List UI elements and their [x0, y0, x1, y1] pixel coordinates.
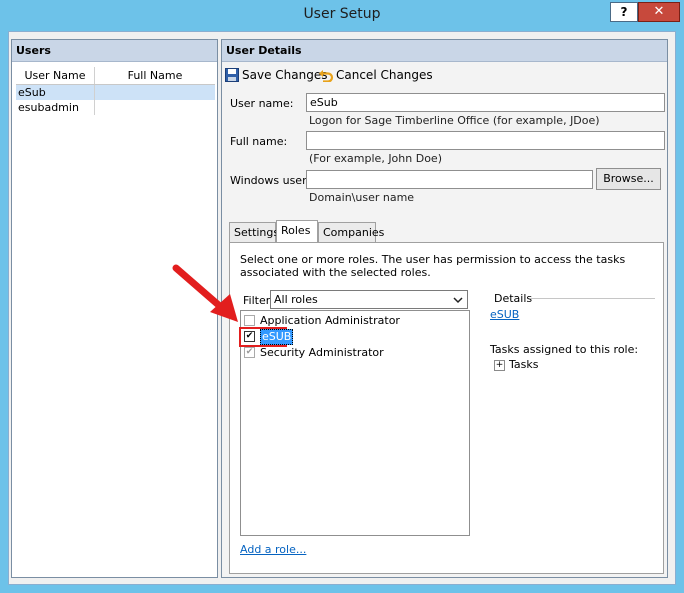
role-filter-select[interactable]: All roles — [270, 290, 468, 309]
floppy-disk-icon — [225, 68, 239, 82]
save-changes-label: Save Changes — [242, 68, 328, 82]
roles-description: Select one or more roles. The user has p… — [240, 253, 626, 279]
role-checkbox[interactable]: ✔ — [244, 347, 255, 358]
column-header-full-name[interactable]: Full Name — [95, 67, 215, 84]
fullname-hint: (For example, John Doe) — [309, 152, 442, 165]
role-label: Security Administrator — [260, 346, 384, 359]
browse-button[interactable]: Browse... — [596, 168, 661, 190]
cancel-changes-label: Cancel Changes — [336, 68, 433, 82]
role-label: Application Administrator — [260, 314, 400, 327]
column-divider — [94, 85, 95, 115]
user-details-panel: User Details Save Changes Cancel Changes… — [221, 39, 668, 578]
details-role-link[interactable]: eSUB — [490, 308, 519, 321]
column-header-user-name[interactable]: User Name — [16, 67, 95, 84]
fullname-label: Full name: — [230, 135, 288, 148]
windows-user-input[interactable] — [306, 170, 593, 189]
users-panel-header: Users — [12, 40, 217, 62]
roles-list: Application Administrator ✔ eSUB ✔ Secur… — [239, 310, 470, 536]
user-name-cell: esubadmin — [18, 101, 79, 114]
user-details-header: User Details — [222, 40, 667, 62]
expand-icon[interactable]: + — [494, 360, 505, 371]
username-input[interactable]: eSub — [306, 93, 665, 112]
window-title: User Setup — [303, 6, 381, 22]
tasks-node-label: Tasks — [509, 358, 539, 371]
tab-settings[interactable]: Settings — [229, 222, 279, 242]
tab-roles[interactable]: Roles — [276, 220, 318, 242]
close-button[interactable]: ✕ — [638, 2, 680, 22]
user-name-cell: eSub — [18, 86, 46, 99]
windows-user-hint: Domain\user name — [309, 191, 415, 204]
add-role-link[interactable]: Add a role... — [240, 543, 306, 556]
windows-user-label: Windows user: — [230, 174, 311, 187]
title-bar: User Setup ? ✕ — [0, 0, 684, 30]
tab-companies[interactable]: Companies — [318, 222, 384, 242]
help-button[interactable]: ? — [610, 2, 638, 22]
details-group-line — [530, 298, 655, 299]
roles-tab-panel: Select one or more roles. The user has p… — [229, 242, 664, 574]
username-hint: Logon for Sage Timberline Office (for ex… — [309, 114, 600, 127]
undo-arrow-icon — [319, 70, 334, 82]
user-row[interactable]: eSub — [16, 85, 215, 100]
user-setup-window: User Setup ? ✕ Users User Name Full Name… — [0, 0, 684, 593]
username-label: User name: — [230, 97, 294, 110]
role-label: eSUB — [260, 329, 294, 345]
fullname-input[interactable] — [306, 131, 665, 150]
user-row[interactable]: esubadmin — [16, 100, 215, 115]
users-column-headers: User Name Full Name — [16, 67, 215, 85]
details-group-label: Details — [494, 292, 533, 305]
chevron-down-icon — [453, 297, 463, 304]
red-arrow-icon — [172, 264, 238, 322]
role-checkbox[interactable] — [244, 315, 255, 326]
tab-strip: Settings Roles Companies — [229, 220, 429, 242]
filter-selected-value: All roles — [274, 293, 318, 306]
tasks-assigned-label: Tasks assigned to this role: — [490, 343, 639, 356]
role-checkbox[interactable]: ✔ — [244, 331, 255, 342]
